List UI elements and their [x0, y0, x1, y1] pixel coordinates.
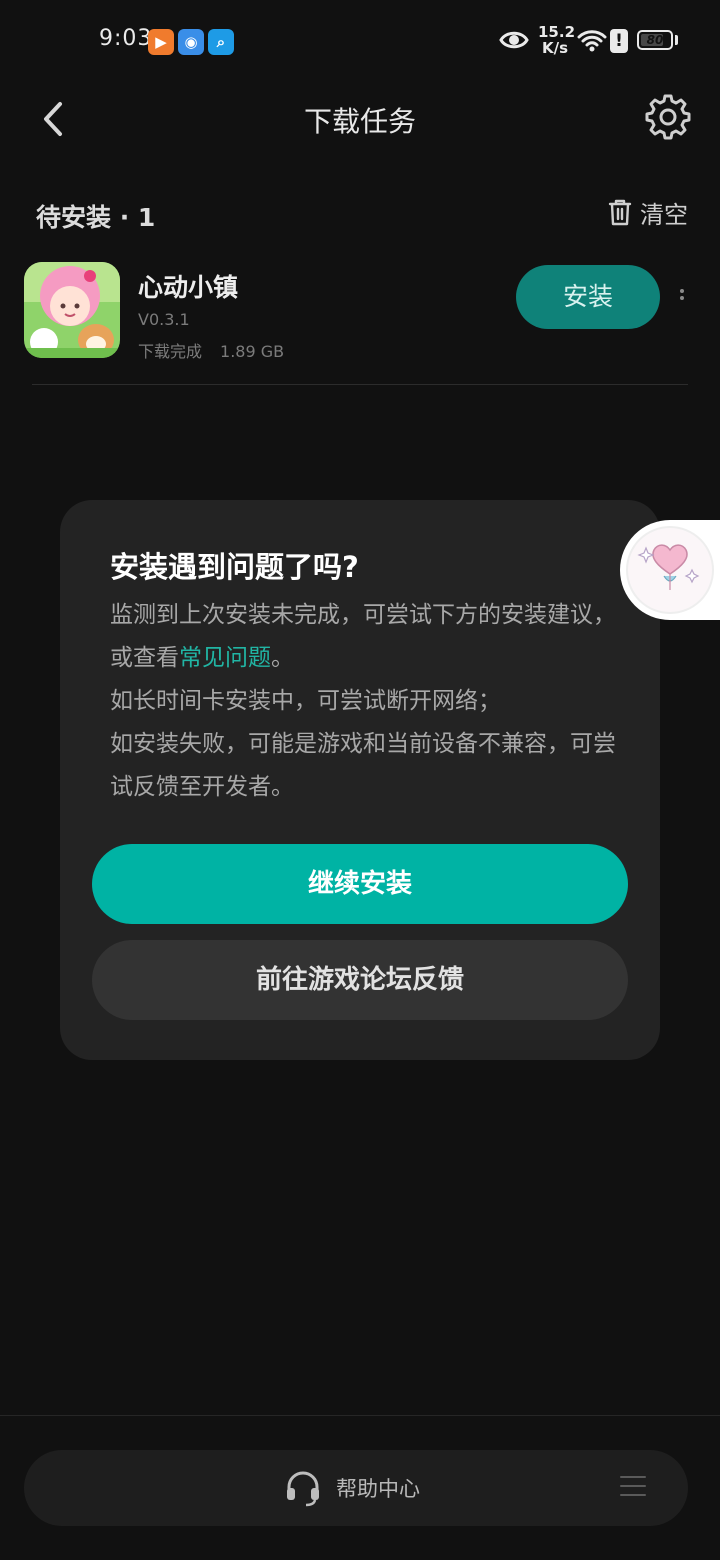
- trash-icon: [608, 199, 632, 226]
- dialog-paragraph-3: 如安装失败，可能是游戏和当前设备不兼容，可尝试反馈至开发者。: [110, 731, 616, 800]
- help-center-button[interactable]: 帮助中心: [284, 1468, 420, 1508]
- app-size: 1.89 GB: [220, 342, 285, 361]
- video-app-icon: ▶: [148, 29, 174, 55]
- bottom-bar: 帮助中心: [24, 1450, 688, 1526]
- network-speed: 15.2 K/s: [538, 23, 576, 57]
- more-options-icon[interactable]: [674, 286, 690, 310]
- install-problem-dialog: 安装遇到问题了吗? 监测到上次安装未完成，可尝试下方的安装建议，或查看常见问题。…: [60, 500, 660, 1060]
- clear-button[interactable]: 清空: [608, 194, 688, 230]
- network-speed-value: 15.2: [538, 23, 576, 41]
- floating-assistant-button[interactable]: [620, 520, 720, 620]
- battery-level: 80: [646, 33, 664, 47]
- continue-install-button[interactable]: 继续安装: [92, 844, 628, 924]
- page-title: 下载任务: [303, 105, 416, 138]
- floating-assistant-inner: [626, 526, 714, 614]
- dialog-body: 监测到上次安装未完成，可尝试下方的安装建议，或查看常见问题。 如长时间卡安装中，…: [110, 594, 620, 809]
- settings-button[interactable]: [645, 94, 691, 140]
- clear-label: 清空: [640, 200, 688, 229]
- pending-title: 待安装 · 1: [36, 203, 156, 232]
- pending-section-header: 待安装 · 1 清空: [36, 194, 688, 234]
- battery-icon: 80: [637, 30, 673, 50]
- install-button[interactable]: 安装: [516, 265, 660, 329]
- bottom-divider: [0, 1415, 720, 1416]
- dialog-paragraph-1: 监测到上次安装未完成，可尝试下方的安装建议，或查看常见问题。: [110, 594, 620, 680]
- alert-icon: !: [610, 29, 628, 53]
- status-time: 9:03: [99, 26, 153, 51]
- dialog-text-1-end: 。: [271, 645, 294, 671]
- screen: 9:03 ▶ ◉ ⌕ 15.2 K/s ! 80 下载任务 待安装 · 1 清空…: [0, 0, 720, 1560]
- dialog-title: 安装遇到问题了吗?: [110, 550, 359, 584]
- forum-feedback-button[interactable]: 前往游戏论坛反馈: [92, 940, 628, 1020]
- wifi-icon: [577, 30, 607, 52]
- header: 下载任务: [0, 84, 720, 154]
- app-status: 下载完成 1.89 GB: [138, 338, 302, 362]
- faq-link[interactable]: 常见问题: [179, 645, 271, 671]
- headset-icon: [287, 1471, 319, 1507]
- menu-icon[interactable]: [620, 1476, 646, 1498]
- network-speed-unit: K/s: [541, 39, 569, 57]
- download-item: 心动小镇 V0.3.1 下载完成 1.89 GB 安装: [24, 262, 696, 362]
- dialog-paragraph-2: 如长时间卡安装中，可尝试断开网络；: [110, 688, 501, 714]
- download-status: 下载完成: [138, 342, 203, 361]
- app-icon: [24, 262, 120, 358]
- eye-icon: [499, 31, 529, 49]
- status-bar: 9:03 ▶ ◉ ⌕ 15.2 K/s ! 80: [0, 0, 720, 84]
- game-cover-icon: [24, 262, 120, 358]
- search-app-icon: ⌕: [208, 29, 234, 55]
- help-center-label: 帮助中心: [336, 1477, 420, 1501]
- list-divider: [32, 384, 688, 385]
- heart-balloon-icon: [637, 544, 700, 590]
- browser-app-icon: ◉: [178, 29, 204, 55]
- app-name: 心动小镇: [138, 273, 239, 302]
- gear-icon: [645, 94, 691, 140]
- battery-nub: [675, 35, 678, 45]
- app-version: V0.3.1: [138, 310, 190, 329]
